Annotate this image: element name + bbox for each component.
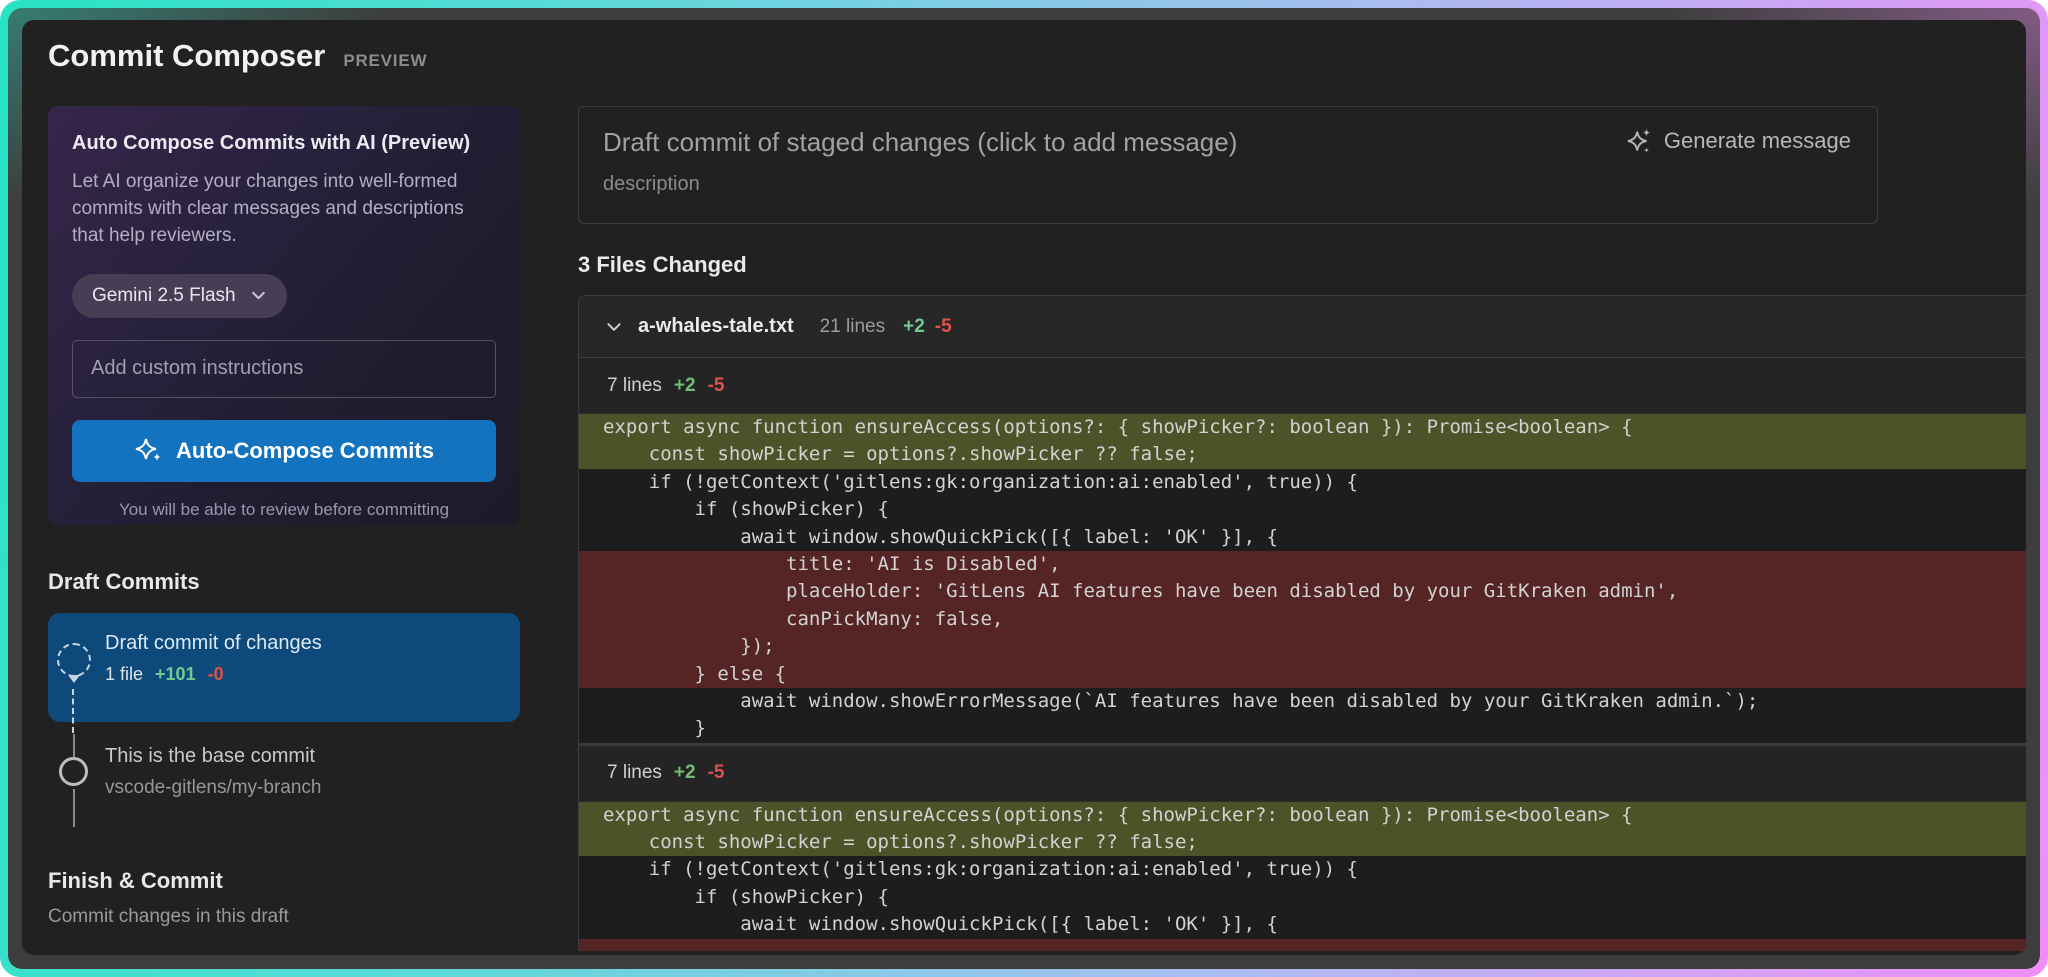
frame-mat: Commit Composer PREVIEW Auto Compose Com… — [8, 8, 2040, 969]
compose-helper-text: You will be able to review before commit… — [72, 500, 496, 520]
code-line: const showPicker = options?.showPicker ?… — [579, 829, 2026, 856]
auto-compose-button[interactable]: Auto-Compose Commits — [72, 420, 496, 482]
commit-description-placeholder[interactable]: description — [603, 173, 1853, 196]
sparkle-icon — [1626, 127, 1654, 155]
code-line: const showPicker = options?.showPicker ?… — [579, 441, 2026, 468]
sparkle-icon — [134, 436, 164, 466]
hunk-header[interactable]: 7 lines +2 -5 — [579, 746, 2026, 802]
finish-commit-heading: Finish & Commit — [48, 868, 520, 894]
hunk-deletions: -5 — [708, 762, 725, 784]
code-line: title: 'AI is Disabled', — [579, 551, 2026, 578]
files-changed-heading: 3 Files Changed — [578, 252, 2026, 278]
hunk-line-count: 7 lines — [607, 375, 662, 397]
auto-compose-label: Auto-Compose Commits — [176, 438, 434, 464]
code-line: export async function ensureAccess(optio… — [579, 414, 2026, 441]
main-content: Draft commit of staged changes (click to… — [556, 82, 2026, 951]
graph-rail — [73, 789, 75, 827]
diff-hunk: 7 lines +2 -5 export async function ensureA… — [579, 358, 2026, 743]
ai-card-description: Let AI organize your changes into well-f… — [72, 169, 496, 250]
model-selector-value: Gemini 2.5 Flash — [92, 285, 236, 307]
draft-commits-heading: Draft Commits — [48, 569, 520, 595]
code-line: if (showPicker) { — [579, 496, 2026, 523]
file-header-row[interactable]: a-whales-tale.txt 21 lines +2 -5 — [579, 296, 2026, 358]
draft-commit-stats: 1 file +101 -0 — [105, 664, 502, 685]
custom-instructions-input[interactable] — [72, 340, 496, 398]
model-selector-dropdown[interactable]: Gemini 2.5 Flash — [72, 274, 287, 318]
hunk-additions: +2 — [674, 375, 696, 397]
code-line: }); — [579, 633, 2026, 660]
draft-commit-node-icon — [57, 643, 91, 677]
diff-hunk: 7 lines +2 -5 export async function ensureA… — [579, 743, 2026, 951]
code-line: await window.showErrorMessage(`AI featur… — [579, 688, 2026, 715]
code-line: placeHolder: 'GitLens AI features have b… — [579, 578, 2026, 605]
ai-compose-card: Auto Compose Commits with AI (Preview) L… — [48, 106, 520, 525]
preview-badge: PREVIEW — [343, 51, 427, 71]
code-line-clipped — [579, 939, 2026, 951]
chevron-down-icon — [250, 287, 267, 304]
code-line: if (!getContext('gitlens:gk:organization… — [579, 469, 2026, 496]
file-count: 1 file — [105, 664, 143, 685]
base-commit-item[interactable]: This is the base commit vscode-gitlens/m… — [105, 745, 321, 799]
file-line-count: 21 lines — [820, 316, 886, 338]
additions-count: +101 — [155, 664, 196, 685]
panel-header: Commit Composer PREVIEW — [22, 20, 2026, 82]
code-line: export async function ensureAccess(optio… — [579, 802, 2026, 829]
code-line: await window.showQuickPick([{ label: 'OK… — [579, 911, 2026, 938]
hunks: 7 lines +2 -5 export async function ensureA… — [579, 358, 2026, 951]
gradient-frame: Commit Composer PREVIEW Auto Compose Com… — [0, 0, 2048, 977]
draft-commit-title: Draft commit of changes — [105, 632, 502, 655]
file-name: a-whales-tale.txt — [638, 315, 794, 338]
base-commit-branch: vscode-gitlens/my-branch — [105, 777, 321, 799]
code-line: } — [579, 715, 2026, 742]
file-deletions: -5 — [935, 316, 952, 338]
file-additions: +2 — [903, 316, 925, 338]
sidebar: Auto Compose Commits with AI (Preview) L… — [22, 82, 556, 928]
generate-message-button[interactable]: Generate message — [1626, 127, 1851, 155]
ai-card-title: Auto Compose Commits with AI (Preview) — [72, 132, 496, 155]
base-commit-node-icon — [59, 757, 88, 786]
chevron-down-icon[interactable] — [605, 318, 623, 336]
graph-dashed-rail — [72, 689, 74, 733]
finish-commit-subtext: Commit changes in this draft — [48, 906, 520, 928]
page-title: Commit Composer — [48, 38, 325, 74]
base-commit-title: This is the base commit — [105, 745, 321, 768]
generate-message-label: Generate message — [1664, 128, 1851, 154]
graph-rail — [73, 734, 75, 757]
commit-graph: Draft commit of changes 1 file +101 -0 T… — [48, 613, 520, 827]
code-line: if (showPicker) { — [579, 884, 2026, 911]
deletions-count: -0 — [208, 664, 224, 685]
hunk-header[interactable]: 7 lines +2 -5 — [579, 358, 2026, 414]
code-line: await window.showQuickPick([{ label: 'OK… — [579, 524, 2026, 551]
commit-message-box[interactable]: Draft commit of staged changes (click to… — [578, 106, 1878, 224]
hunk-additions: +2 — [674, 762, 696, 784]
code-line: canPickMany: false, — [579, 606, 2026, 633]
hunk-deletions: -5 — [708, 375, 725, 397]
hunk-line-count: 7 lines — [607, 762, 662, 784]
commit-composer-panel: Commit Composer PREVIEW Auto Compose Com… — [22, 20, 2026, 955]
code-line: } else { — [579, 661, 2026, 688]
code-line: if (!getContext('gitlens:gk:organization… — [579, 856, 2026, 883]
draft-commit-item-selected[interactable]: Draft commit of changes 1 file +101 -0 — [48, 613, 520, 722]
file-diff-card: a-whales-tale.txt 21 lines +2 -5 7 lines… — [578, 295, 2026, 951]
